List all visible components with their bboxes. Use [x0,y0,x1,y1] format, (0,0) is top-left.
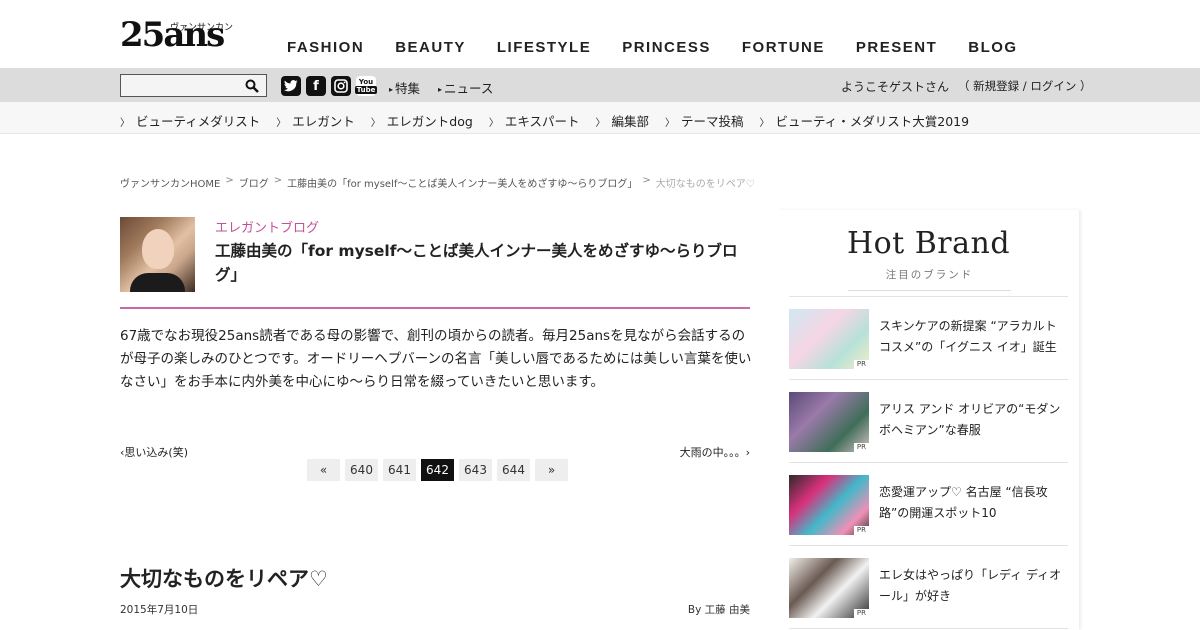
subnav-label: 編集部 [611,114,649,129]
pr-badge: PR [853,360,869,369]
search-box [120,74,267,97]
twitter-icon[interactable] [281,76,301,96]
search-input[interactable] [121,75,239,96]
hot-brand-sidebar: Hot Brand 注目のブランド PR スキンケアの新提案 “アラカルトコスメ… [778,210,1079,630]
subnav-label: ビューティ・メダリスト大賞2019 [775,114,970,129]
avatar-shirt [130,273,185,292]
nav-lifestyle[interactable]: LIFESTYLE [497,39,591,56]
brand-thumbnail[interactable]: PR [789,558,869,618]
nav-beauty[interactable]: BEAUTY [395,39,466,56]
post-date: 2015年7月10日 [120,604,199,616]
breadcrumb-separator: > [225,175,234,186]
chevron-right-icon: 〉 [276,118,287,129]
avatar-face [142,229,174,269]
sidebar-subtitle: 注目のブランド [848,267,1011,291]
brand-thumbnail[interactable]: PR [789,475,869,535]
page-643[interactable]: 643 [459,459,492,481]
brand-item-text[interactable]: 恋愛運アップ♡ 名古屋 “信長攻路”の開運スポット10 [879,482,1064,524]
breadcrumb-home[interactable]: ヴァンサンカンHOME [120,175,220,190]
breadcrumb-blog[interactable]: ブログ [239,175,269,190]
youtube-icon[interactable]: You Tube [354,76,378,96]
social-links: f You Tube [281,76,381,96]
brand-item[interactable]: PR スキンケアの新提案 “アラカルトコスメ”の「イグニス イオ」誕生 [789,297,1068,380]
blog-sub-nav: 〉ビューティメダリスト 〉エレガント 〉エレガントdog 〉エキスパート 〉編集… [0,102,1200,134]
blog-intro: 67歳でなお現役25ans読者である母の影響で、創刊の頃からの読者。毎月25an… [120,328,752,390]
blog-header: エレガントブログ 工藤由美の「for myself〜ことば美人インナー美人をめざ… [120,217,750,309]
utility-bar: f You Tube 特集 ニュース ようこそゲストさん （ 新規登録 / ログ… [0,68,1200,102]
nav-present[interactable]: PRESENT [856,39,937,56]
subnav-medalist-award[interactable]: 〉ビューティ・メダリスト大賞2019 [759,111,969,130]
post-author[interactable]: By 工藤 由美 [688,602,750,617]
brand-item[interactable]: PR アリス アンド オリビアの“モダンボヘミアン”な春服 [789,380,1068,463]
page-first[interactable]: « [307,459,340,481]
search-icon[interactable] [245,79,259,93]
subnav-label: エレガント [292,114,355,129]
author-avatar[interactable] [120,217,195,292]
chevron-right-icon: 〉 [488,118,499,129]
subnav-elegant-dog[interactable]: 〉エレガントdog [371,111,473,130]
brand-thumbnail[interactable]: PR [789,392,869,452]
facebook-icon[interactable]: f [306,76,326,96]
page-644[interactable]: 644 [497,459,530,481]
prev-post-link[interactable]: ‹思い込み(笑) [120,444,188,460]
page-642-current[interactable]: 642 [421,459,454,481]
post-title[interactable]: 大切なものをリペア♡ [120,563,328,593]
chevron-right-icon: 〉 [595,118,606,129]
nav-fashion[interactable]: FASHION [287,39,364,56]
chevron-right-icon: 〉 [370,118,381,129]
register-login-link[interactable]: （ 新規登録 / ログイン ） [958,78,1092,94]
link-tokushu[interactable]: 特集 [389,78,420,97]
brand-item[interactable]: PR エレ女はやっぱり「レディ ディオール」が好き [789,546,1068,629]
next-post-link[interactable]: 大雨の中。。。› [680,444,750,460]
subnav-elegant[interactable]: 〉エレガント [276,111,355,130]
subnav-theme-post[interactable]: 〉テーマ投稿 [665,111,744,130]
pr-badge: PR [853,443,869,452]
brand-item-text[interactable]: エレ女はやっぱり「レディ ディオール」が好き [879,565,1064,607]
subnav-label: ビューティメダリスト [136,114,261,129]
breadcrumb-separator: > [273,175,283,186]
nav-blog[interactable]: BLOG [968,39,1017,56]
pr-badge: PR [853,526,869,535]
breadcrumb-blog-name[interactable]: 工藤由美の「for myself〜ことば美人インナー美人をめざすゆ〜らりブログ」 [287,175,637,190]
brand-item-text[interactable]: スキンケアの新提案 “アラカルトコスメ”の「イグニス イオ」誕生 [879,316,1064,358]
chevron-right-icon: 〉 [664,118,675,129]
logo-kana: ヴァンサンカン [170,23,234,33]
brand-thumbnail[interactable]: PR [789,309,869,369]
welcome-text: ようこそゲストさん [841,80,950,94]
blog-category[interactable]: エレガントブログ [215,217,319,236]
breadcrumb-separator: > [642,175,651,186]
subnav-beauty-medalist[interactable]: 〉ビューティメダリスト [120,111,260,130]
breadcrumb: ヴァンサンカンHOME > ブログ > 工藤由美の「for myself〜ことば… [120,175,755,190]
main-nav: FASHION BEAUTY LIFESTYLE PRINCESS FORTUN… [287,39,1049,56]
subnav-label: エキスパート [504,114,580,129]
site-logo[interactable]: 25ans ヴァンサンカン [120,18,233,52]
nav-fortune[interactable]: FORTUNE [742,39,825,56]
brand-item-text[interactable]: アリス アンド オリビアの“モダンボヘミアン”な春服 [879,399,1064,441]
chevron-right-icon: 〉 [759,118,770,129]
instagram-icon[interactable] [331,76,351,96]
subnav-label: テーマ投稿 [680,114,744,129]
site-header: 25ans ヴァンサンカン FASHION BEAUTY LIFESTYLE P… [0,0,1200,68]
subnav-editorial[interactable]: 〉編集部 [595,111,649,130]
sidebar-title: Hot Brand [846,226,1011,261]
nav-princess[interactable]: PRINCESS [622,39,711,56]
brand-item[interactable]: PR 恋愛運アップ♡ 名古屋 “信長攻路”の開運スポット10 [789,463,1068,546]
chevron-right-icon: 〉 [120,118,130,129]
subnav-label: エレガントdog [386,114,473,129]
page-last[interactable]: » [535,459,568,481]
page-641[interactable]: 641 [383,459,416,481]
breadcrumb-current: 大切なものをリペア♡ [655,179,755,190]
pr-badge: PR [853,609,869,618]
utility-links: 特集 ニュース [389,78,511,97]
brand-list: PR スキンケアの新提案 “アラカルトコスメ”の「イグニス イオ」誕生 PR ア… [789,296,1068,629]
page-640[interactable]: 640 [345,459,378,481]
pagination: « 640 641 642 643 644 » [307,459,573,481]
youtube-tube: Tube [354,86,378,94]
subnav-expert[interactable]: 〉エキスパート [489,111,580,130]
link-news[interactable]: ニュース [438,78,493,97]
youtube-you: You [358,78,374,86]
blog-title[interactable]: 工藤由美の「for myself〜ことば美人インナー美人をめざすゆ〜らりブログ」 [215,239,745,287]
